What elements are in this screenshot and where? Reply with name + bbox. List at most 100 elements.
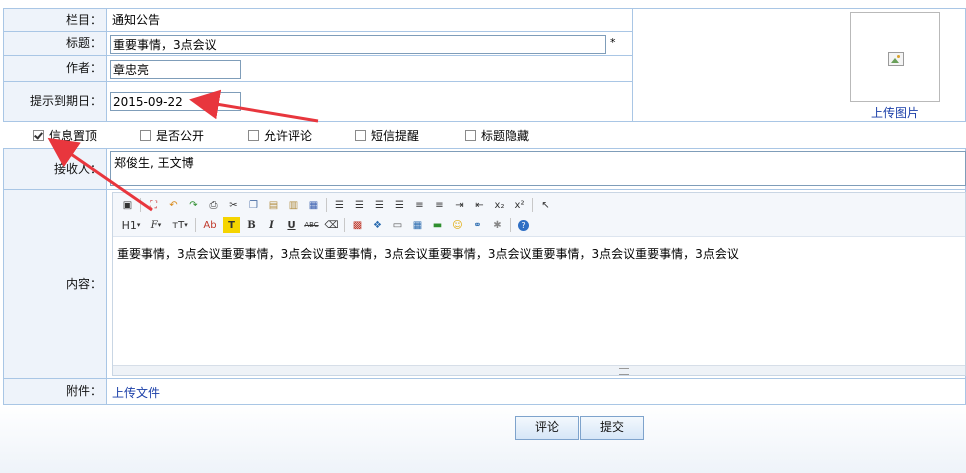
redo-icon[interactable]: ↷: [185, 197, 202, 213]
title-input[interactable]: [110, 35, 606, 54]
bold-button[interactable]: B: [243, 217, 260, 233]
expire-label-cell: 提示到期日：: [4, 82, 106, 121]
image-preview-box[interactable]: [850, 12, 940, 102]
toolbar-separator: [195, 218, 196, 232]
category-divider: [106, 9, 107, 121]
checkbox-allow-comment[interactable]: [248, 130, 259, 141]
insert-flash-icon[interactable]: ❖: [369, 217, 386, 233]
font-color-button[interactable]: Ab: [200, 217, 220, 233]
editor-body[interactable]: 重要事情，3点会议重要事情，3点会议重要事情，3点会议重要事情，3点会议重要事情…: [117, 245, 961, 262]
upload-image-link[interactable]: 上传图片: [871, 104, 919, 121]
submit-button[interactable]: 提交: [580, 416, 644, 440]
indent-icon[interactable]: ⇥: [451, 197, 468, 213]
insert-image-icon[interactable]: ▩: [349, 217, 366, 233]
paste-text-icon[interactable]: ▥: [285, 197, 302, 213]
subscript-icon[interactable]: x₂: [491, 197, 508, 213]
strikethrough-button[interactable]: ABC: [303, 217, 320, 233]
checkbox-sms-reminder[interactable]: [355, 130, 366, 141]
checkbox-pin-top[interactable]: [33, 130, 44, 141]
recipients-label-cell: 接收人：: [4, 149, 106, 189]
category-label-cell: 栏目：: [4, 9, 106, 31]
title-label: 标题：: [65, 36, 102, 50]
toolbar-separator: [326, 198, 327, 212]
row-divider: [4, 378, 966, 379]
unlink-icon[interactable]: ✱: [489, 217, 506, 233]
category-value: 通知公告: [112, 13, 161, 27]
option-public[interactable]: 是否公开: [140, 127, 204, 144]
toolbar-separator: [532, 198, 533, 212]
options-row: 信息置顶 是否公开 允许评论 短信提醒 标题隐藏: [0, 122, 966, 148]
ordered-list-icon[interactable]: ≡: [411, 197, 428, 213]
emoticon-icon[interactable]: ☺: [449, 217, 466, 233]
author-label: 作者：: [65, 61, 102, 75]
footer-area: [0, 405, 966, 473]
paste-icon[interactable]: ▤: [265, 197, 282, 213]
category-label: 栏目：: [65, 13, 102, 27]
underline-button[interactable]: U: [283, 217, 300, 233]
align-left-icon[interactable]: ☰: [331, 197, 348, 213]
toolbar-row-1: ▣ ⛶ ↶ ↷ ⎙ ✂ ❐ ▤ ▥ ▦ ☰ ☰ ☰ ☰ ≡ ≡ ⇥ ⇤ x₂ x…: [119, 196, 557, 214]
upload-file-link[interactable]: 上传文件: [112, 384, 160, 401]
align-right-icon[interactable]: ☰: [371, 197, 388, 213]
title-label-cell: 标题：: [4, 32, 106, 55]
expire-label: 提示到期日：: [29, 94, 102, 108]
option-pin-top[interactable]: 信息置顶: [33, 127, 97, 144]
attachment-label: 附件：: [65, 384, 102, 398]
insert-media-icon[interactable]: ▭: [389, 217, 406, 233]
option-label: 允许评论: [264, 129, 313, 143]
superscript-icon[interactable]: x²: [511, 197, 528, 213]
font-family-dropdown[interactable]: F ▾: [146, 217, 166, 233]
help-icon[interactable]: ?: [515, 217, 532, 233]
insert-table-icon[interactable]: ▦: [409, 217, 426, 233]
horizontal-rule-icon[interactable]: ▬: [429, 217, 446, 233]
checkbox-public[interactable]: [140, 130, 151, 141]
align-justify-icon[interactable]: ☰: [391, 197, 408, 213]
option-hide-title[interactable]: 标题隐藏: [465, 127, 529, 144]
recipients-label: 接收人：: [53, 162, 102, 176]
author-label-cell: 作者：: [4, 56, 106, 81]
font-size-dropdown[interactable]: тT ▾: [169, 217, 191, 233]
option-label: 信息置顶: [49, 129, 98, 143]
toolbar-row-2: H1 ▾ F ▾ тT ▾ Ab T B I U ABC ⌫ ▩ ❖ ▭ ▦ ▬ ☺ …: [119, 216, 535, 234]
content-label: 内容：: [65, 277, 102, 291]
expire-date-input[interactable]: [110, 92, 241, 111]
option-label: 短信提醒: [371, 129, 420, 143]
align-center-icon[interactable]: ☰: [351, 197, 368, 213]
italic-button[interactable]: I: [263, 217, 280, 233]
comment-button[interactable]: 评论: [515, 416, 579, 440]
eraser-icon[interactable]: ⌫: [323, 217, 340, 233]
select-all-icon[interactable]: ↖: [537, 197, 554, 213]
copy-icon[interactable]: ❐: [245, 197, 262, 213]
required-mark: *: [610, 36, 616, 49]
print-icon[interactable]: ⎙: [205, 197, 222, 213]
option-sms-reminder[interactable]: 短信提醒: [355, 127, 419, 144]
toolbar-separator: [510, 218, 511, 232]
toolbar-separator: [140, 198, 141, 212]
row-divider: [4, 189, 966, 190]
outdent-icon[interactable]: ⇤: [471, 197, 488, 213]
author-input[interactable]: [110, 60, 241, 79]
checkbox-hide-title[interactable]: [465, 130, 476, 141]
attachment-label-cell: 附件：: [4, 379, 106, 404]
option-label: 是否公开: [156, 129, 205, 143]
source-code-icon[interactable]: ▣: [119, 197, 136, 213]
recipients-field[interactable]: 郑俊生, 王文博: [110, 151, 966, 186]
paste-word-icon[interactable]: ▦: [305, 197, 322, 213]
fullscreen-icon[interactable]: ⛶: [145, 197, 162, 213]
undo-icon[interactable]: ↶: [165, 197, 182, 213]
label-column-divider: [106, 149, 107, 404]
option-label: 标题隐藏: [481, 129, 530, 143]
broken-image-icon: [888, 52, 904, 66]
heading-dropdown[interactable]: H1 ▾: [119, 217, 143, 233]
editor-resize-bar[interactable]: [113, 365, 965, 375]
toolbar-separator: [344, 218, 345, 232]
recipients-value: 郑俊生, 王文博: [114, 156, 194, 170]
cut-icon[interactable]: ✂: [225, 197, 242, 213]
resize-handle-icon: [619, 368, 629, 375]
unordered-list-icon[interactable]: ≡: [431, 197, 448, 213]
link-icon[interactable]: ⚭: [469, 217, 486, 233]
highlight-color-icon[interactable]: T: [223, 217, 240, 233]
content-label-cell: 内容：: [4, 190, 106, 378]
option-allow-comment[interactable]: 允许评论: [248, 127, 312, 144]
rich-text-editor: ▣ ⛶ ↶ ↷ ⎙ ✂ ❐ ▤ ▥ ▦ ☰ ☰ ☰ ☰ ≡ ≡ ⇥ ⇤ x₂ x…: [112, 192, 966, 376]
